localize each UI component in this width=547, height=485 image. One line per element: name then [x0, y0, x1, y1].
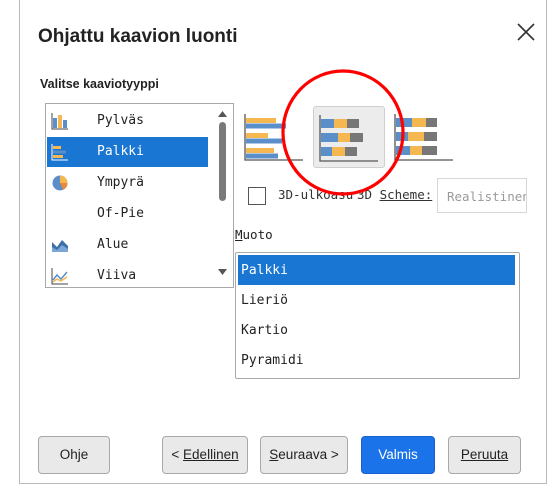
line-chart-icon: [51, 268, 68, 285]
dialog-title: Ohjattu kaavion luonti: [38, 26, 238, 47]
chart-type-item[interactable]: Ympyrä: [47, 168, 208, 198]
next-button[interactable]: Seuraava >: [260, 436, 348, 474]
previous-button-label: Edellinen: [183, 447, 239, 462]
pie-chart-icon: [52, 175, 68, 191]
chart-type-item[interactable]: Palkki: [47, 137, 208, 167]
shape-item-label: Kartio: [241, 323, 288, 338]
chart-type-item[interactable]: Viiva: [47, 261, 208, 287]
finish-button[interactable]: Valmis: [361, 436, 435, 474]
shape-label: Muoto: [235, 227, 273, 242]
shape-item-label: Palkki: [241, 263, 288, 278]
shape-item-label: Pyramidi: [241, 353, 304, 368]
chart-type-list[interactable]: Pylväs Palkki Ympyrä Of-Pie Alue Viiva: [45, 103, 234, 288]
close-icon[interactable]: [514, 20, 538, 44]
shape-item[interactable]: Kartio: [238, 315, 515, 345]
chart-type-label: Of-Pie: [97, 206, 144, 221]
scroll-down-icon: [218, 269, 227, 275]
previous-button[interactable]: < Edellinen: [162, 436, 248, 474]
chart-type-item[interactable]: Pylväs: [47, 106, 208, 136]
chart-type-label: Palkki: [97, 144, 144, 159]
chart-type-scrollbar[interactable]: [214, 104, 231, 285]
red-annotation-circle: [281, 69, 405, 196]
chart-type-label: Viiva: [97, 268, 137, 283]
chart-type-item[interactable]: Alue: [47, 230, 208, 260]
scroll-up-icon: [218, 111, 227, 117]
cancel-button[interactable]: Peruuta: [448, 436, 521, 474]
3d-scheme-select[interactable]: Realistinen: [437, 178, 527, 213]
chart-type-item[interactable]: Of-Pie: [47, 199, 208, 229]
area-chart-icon: [52, 240, 68, 252]
shape-item[interactable]: Lieriö: [238, 285, 515, 315]
3d-look-checkbox[interactable]: [248, 187, 266, 205]
chart-type-label: Ympyrä: [97, 175, 144, 190]
scroll-thumb: [219, 122, 226, 201]
column-chart-icon: [51, 113, 68, 130]
shape-item-label: Lieriö: [241, 293, 288, 308]
next-button-label: euraava >: [278, 447, 339, 462]
shape-label-mnemonic: M: [235, 227, 243, 242]
chart-type-heading: Valitse kaaviotyyppi: [40, 77, 159, 91]
shape-item[interactable]: Pyramidi: [238, 345, 515, 375]
bar-chart-icon: [51, 144, 68, 161]
next-button-mnemonic: S: [269, 447, 279, 462]
help-button[interactable]: Ohje: [38, 436, 110, 474]
shape-item[interactable]: Palkki: [238, 255, 515, 285]
shape-label-rest: uoto: [242, 227, 273, 242]
chart-type-label: Pylväs: [97, 113, 144, 128]
shape-list[interactable]: Palkki Lieriö Kartio Pyramidi: [235, 252, 520, 379]
cancel-button-label: Peruuta: [460, 447, 509, 462]
chart-type-label: Alue: [97, 237, 129, 252]
